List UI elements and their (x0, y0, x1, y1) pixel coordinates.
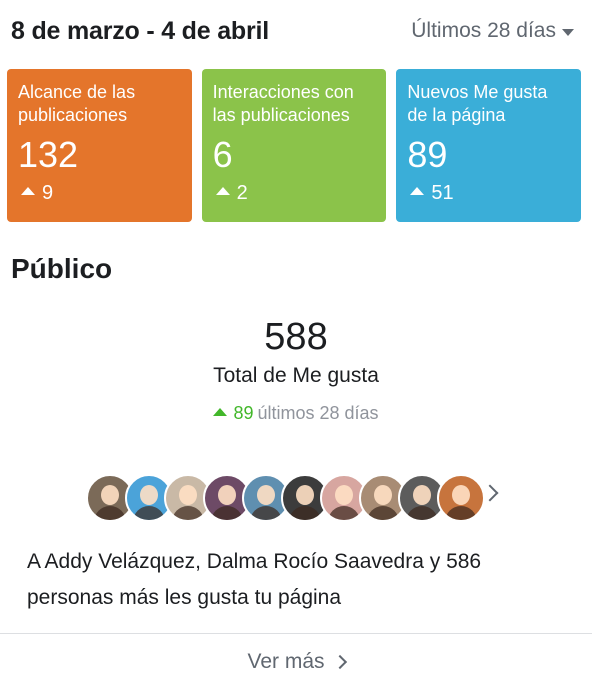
card-delta-value: 2 (236, 182, 248, 204)
avatar[interactable] (437, 474, 485, 522)
card-post-engagement[interactable]: Interacciones con las publicaciones 6 2 (201, 69, 387, 222)
date-range-title: 8 de marzo - 4 de abril (11, 17, 269, 45)
total-likes-delta: 89 últimos 28 días (0, 403, 592, 424)
audience-title: Público (11, 253, 113, 284)
card-delta: 51 (410, 182, 454, 205)
period-label: Últimos 28 días (411, 19, 556, 42)
divider (0, 633, 592, 634)
card-new-page-likes[interactable]: Nuevos Me gusta de la página 89 51 (396, 69, 582, 222)
card-delta: 9 (21, 182, 53, 205)
up-triangle-icon (215, 187, 230, 195)
chevron-right-icon (332, 654, 347, 670)
up-triangle-icon (213, 407, 228, 416)
card-delta: 2 (215, 182, 248, 205)
total-likes-label: Total de Me gusta (213, 364, 379, 387)
card-value: 6 (212, 134, 233, 175)
liker-avatars[interactable] (86, 474, 485, 522)
delta-value: 89 (233, 403, 254, 423)
see-more-button[interactable]: Ver más (0, 650, 592, 674)
card-value: 89 (407, 134, 448, 175)
card-title: Interacciones con las publicaciones (212, 82, 354, 125)
header: 8 de marzo - 4 de abril Últimos 28 días (0, 0, 592, 66)
card-title: Alcance de las publicaciones (18, 82, 136, 125)
card-title: Nuevos Me gusta de la página (407, 82, 548, 125)
caret-down-icon (562, 28, 574, 36)
likes-summary-text: A Addy Velázquez, Dalma Rocío Saavedra y… (27, 550, 482, 609)
period-selector[interactable]: Últimos 28 días (411, 19, 574, 43)
card-post-reach[interactable]: Alcance de las publicaciones 132 9 (7, 69, 192, 222)
total-likes-value: 588 (264, 316, 328, 358)
card-delta-value: 51 (431, 182, 454, 204)
up-triangle-icon (21, 187, 35, 195)
card-value: 132 (18, 134, 79, 175)
metric-cards: Alcance de las publicaciones 132 9 Inter… (7, 69, 582, 222)
delta-label: últimos 28 días (257, 403, 379, 423)
see-more-label: Ver más (247, 650, 325, 673)
card-delta-value: 9 (42, 182, 54, 204)
up-triangle-icon (410, 187, 425, 195)
